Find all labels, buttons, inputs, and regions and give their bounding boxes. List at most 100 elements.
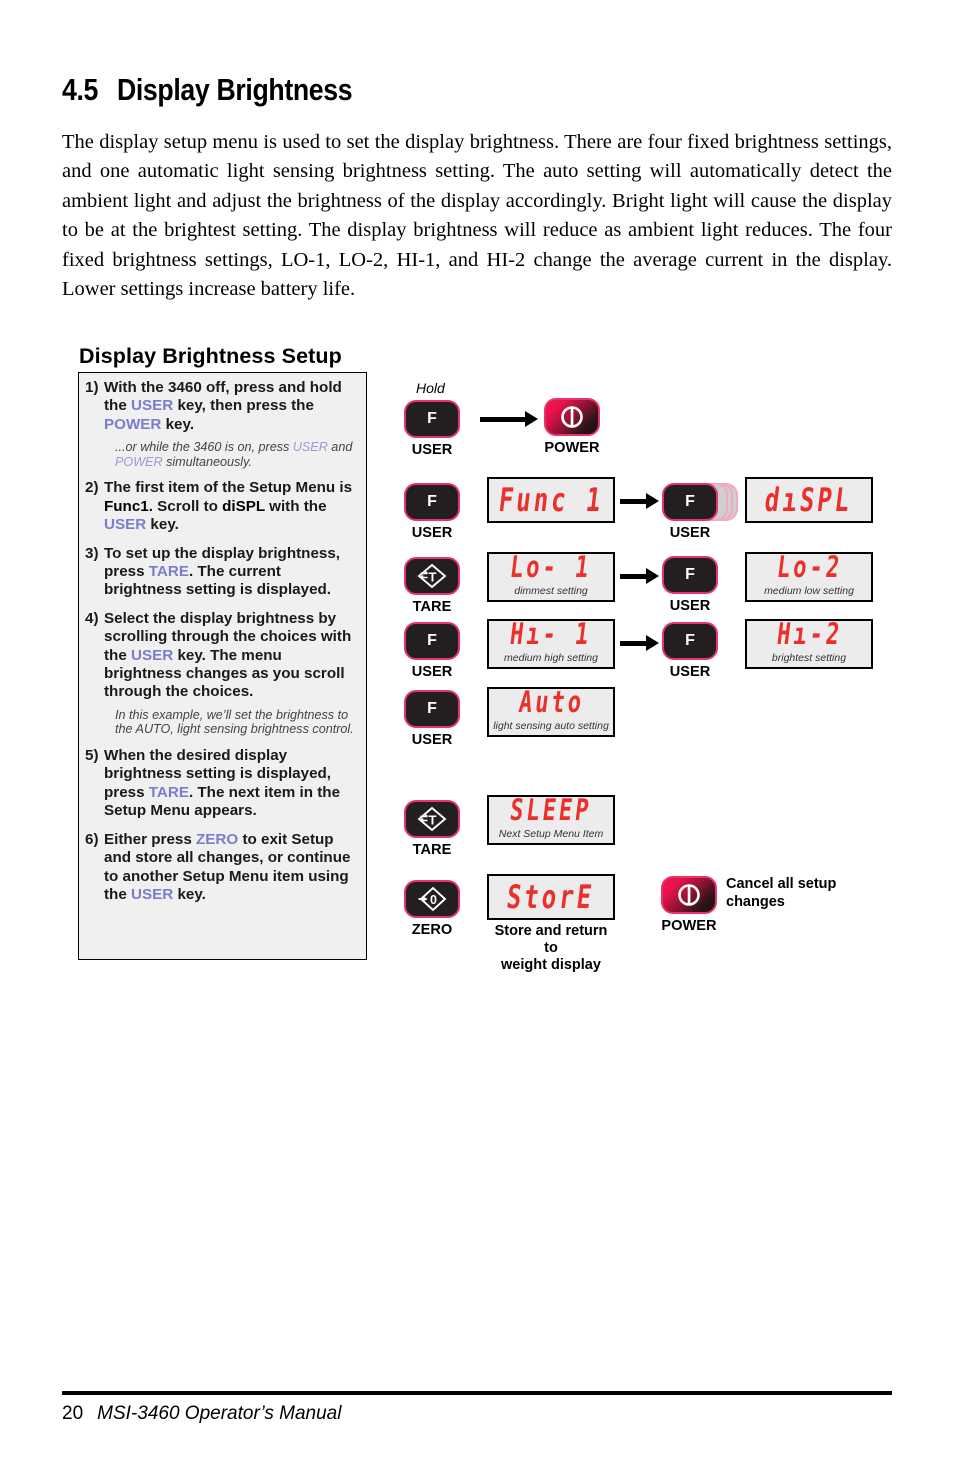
tare-icon: T [417, 806, 447, 832]
step-text: Either press ZERO to exit Setup and stor… [104, 831, 358, 905]
setup-heading: Display Brightness Setup [79, 344, 342, 368]
user-key-label: USER [411, 732, 453, 748]
lcd-hi2-text: Hı-2 [774, 617, 844, 652]
zero-key-label: ZERO [411, 922, 453, 938]
user-key-row4[interactable]: F USER [404, 622, 460, 680]
step-number: 5) [85, 747, 99, 765]
step-text: To set up the display brightness, press … [104, 545, 358, 600]
lcd-lo2-caption: medium low setting [764, 584, 854, 597]
text-run: with the [264, 497, 327, 515]
user-key-face: F [427, 632, 437, 649]
key-name-token: USER [292, 440, 328, 455]
tare-key-label: TARE [412, 842, 452, 858]
instruction-step: 6) Either press ZERO to exit Setup and st… [85, 831, 358, 905]
text-run: Func1 [104, 497, 149, 515]
zero-icon: 0 [418, 886, 447, 912]
tare-key-row3[interactable]: T TARE [404, 557, 460, 615]
text-run: Either press [104, 830, 197, 848]
user-key-label: USER [411, 442, 453, 458]
lcd-store-text: StorE [505, 878, 597, 916]
user-key-label: USER [669, 525, 711, 541]
step-note: ...or while the 3460 is on, press USER a… [115, 440, 358, 469]
text-run: . Scroll to [148, 497, 223, 515]
instruction-step: 2) The first item of the Setup Menu is Fu… [85, 479, 358, 534]
lcd-func1-text: Func 1 [496, 481, 606, 519]
step-text: Select the display brightness by scrolli… [104, 610, 358, 702]
user-key-face: F [685, 493, 695, 510]
user-key-row2[interactable]: F USER [404, 483, 460, 541]
instruction-step: 5) When the desired display brightness se… [85, 747, 358, 821]
key-name-token: POWER [104, 415, 162, 433]
lcd-dispL-text: dıSPL [763, 481, 855, 519]
instruction-step: 1) With the 3460 off, press and hold the … [85, 379, 358, 434]
text-run: ...or while the 3460 is on, press [115, 440, 293, 455]
key-name-token: USER [131, 885, 174, 903]
instruction-box: 1) With the 3460 off, press and hold the … [78, 372, 367, 960]
text-run: The first item of the Setup Menu is [104, 479, 353, 497]
user-key-label: USER [669, 664, 711, 680]
text-run: simultaneously. [162, 454, 252, 469]
step-text: With the 3460 off, press and hold the US… [104, 379, 358, 434]
page-number: 20 [62, 1403, 84, 1424]
arrow-row3 [620, 568, 659, 584]
zero-key-row7[interactable]: 0 ZERO [404, 880, 460, 938]
svg-text:T: T [429, 813, 437, 828]
user-key-row5[interactable]: F USER [404, 690, 460, 748]
power-key-label: POWER [661, 918, 717, 934]
user-key-row3[interactable]: F USER [662, 556, 718, 614]
store-note: Store and return to weight display [494, 923, 608, 973]
key-name-token: USER [104, 516, 147, 534]
user-key-face: F [685, 566, 695, 583]
power-key-row1[interactable]: POWER [544, 398, 600, 456]
text-run: key, then press the [173, 397, 314, 415]
instruction-step: 3) To set up the display brightness, pres… [85, 545, 358, 600]
text-run: and [327, 440, 353, 455]
power-icon [561, 406, 583, 428]
lcd-lo1-text: Lo- 1 [508, 550, 594, 585]
lcd-lo2: Lo-2 medium low setting [745, 551, 873, 602]
lcd-hi2: Hı-2 brightest setting [745, 617, 873, 669]
user-key-label: USER [669, 598, 711, 614]
power-key-row7[interactable]: POWER [661, 876, 717, 934]
user-key-face: F [685, 632, 695, 649]
user-key-face: F [427, 493, 437, 510]
step-number: 6) [85, 830, 99, 848]
key-name-token: TARE [148, 783, 189, 801]
lcd-auto: Auto light sensing auto setting [487, 685, 615, 737]
lcd-hi1: Hı- 1 medium high setting [487, 618, 615, 669]
key-name-token: POWER [115, 454, 163, 469]
text-run: diSPL [222, 497, 265, 515]
power-cancel-note: Cancel all setup changes [726, 876, 837, 910]
lcd-lo1-caption: dimmest setting [514, 584, 588, 597]
step-number: 3) [85, 544, 99, 562]
arrow-row1 [480, 411, 538, 427]
lcd-auto-text: Auto [516, 685, 586, 720]
hold-label: Hold [416, 380, 445, 396]
tare-key-label: TARE [412, 599, 452, 615]
instruction-step: 4) Select the display brightness by scrol… [85, 610, 358, 702]
power-icon [678, 884, 700, 906]
step-number: 4) [85, 609, 99, 627]
step-number: 1) [85, 379, 99, 396]
footer: 20 MSI-3460 Operator’s Manual [62, 1403, 341, 1425]
tare-icon: T [417, 563, 447, 589]
lcd-auto-caption: light sensing auto setting [493, 719, 609, 732]
arrow-row2a [620, 493, 659, 509]
tare-key-row6[interactable]: T TARE [404, 800, 460, 858]
lcd-hi2-caption: brightest setting [771, 651, 847, 664]
lcd-sleep: SLEEP Next Setup Menu Item [487, 794, 615, 845]
footer-divider [62, 1391, 892, 1395]
user-key-row1[interactable]: F USER [404, 400, 460, 458]
svg-text:T: T [429, 570, 437, 585]
svg-text:0: 0 [430, 893, 437, 907]
lcd-hi1-caption: medium high setting [504, 651, 598, 664]
user-key-row2b[interactable]: F USER [662, 483, 718, 541]
user-key-row4b[interactable]: F USER [662, 622, 718, 680]
lcd-func1: Func 1 [487, 477, 615, 523]
power-key-label: POWER [544, 440, 600, 456]
intro-paragraph: The display setup menu is used to set th… [62, 131, 892, 301]
lcd-sleep-caption: Next Setup Menu Item [498, 827, 604, 840]
step-note: In this example, we’ll set the brightnes… [115, 708, 358, 737]
text-run: In this example, we’ll set the brightnes… [115, 707, 354, 737]
arrow-row4 [620, 635, 659, 651]
